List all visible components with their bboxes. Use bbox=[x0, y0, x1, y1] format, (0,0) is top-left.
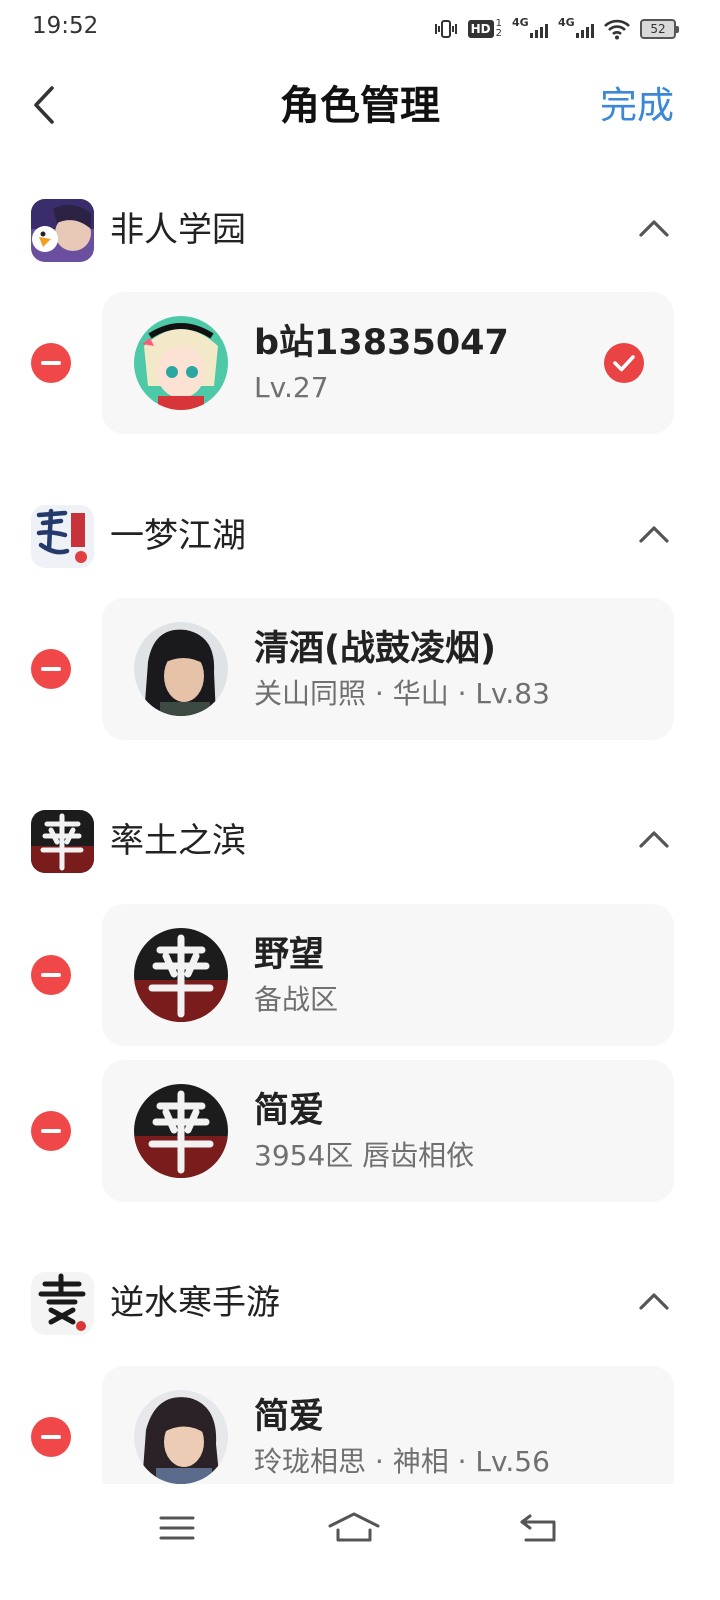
game-icon bbox=[31, 810, 94, 873]
role-card[interactable]: b站13835047 Lv.27 bbox=[102, 292, 674, 434]
avatar bbox=[134, 1084, 228, 1178]
chevron-up-icon[interactable] bbox=[638, 828, 670, 850]
header: 角色管理 完成 bbox=[0, 56, 720, 156]
role-info: 3954区 唇齿相依 bbox=[254, 1139, 475, 1172]
game-group-header[interactable]: 非人学园 bbox=[0, 195, 720, 265]
role-name: 简爱 bbox=[254, 1397, 325, 1437]
game-group-header[interactable]: 逆水寒手游 bbox=[0, 1268, 720, 1338]
signal-4g-icon: 4G bbox=[512, 16, 548, 40]
game-icon bbox=[31, 505, 94, 568]
game-name: 一梦江湖 bbox=[110, 516, 246, 556]
battery-icon: 52 bbox=[640, 19, 679, 39]
role-name: 清酒(战鼓凌烟) bbox=[254, 629, 496, 669]
remove-role-button[interactable] bbox=[31, 1111, 71, 1151]
avatar bbox=[134, 928, 228, 1022]
done-button[interactable]: 完成 bbox=[600, 80, 674, 132]
menu-icon[interactable] bbox=[152, 1508, 202, 1548]
chevron-up-icon[interactable] bbox=[638, 523, 670, 545]
hd-voice-icon: HD 12 bbox=[467, 18, 502, 40]
status-time: 19:52 bbox=[32, 13, 99, 39]
remove-role-button[interactable] bbox=[31, 343, 71, 383]
role-card[interactable]: 清酒(战鼓凌烟) 关山同照 · 华山 · Lv.83 bbox=[102, 598, 674, 740]
game-icon bbox=[31, 199, 94, 262]
role-name: 野望 bbox=[254, 935, 325, 975]
game-group-header[interactable]: 一梦江湖 bbox=[0, 501, 720, 571]
avatar bbox=[134, 622, 228, 716]
game-icon bbox=[31, 1272, 94, 1335]
role-row: 简爱 3954区 唇齿相依 bbox=[0, 1060, 720, 1202]
home-icon[interactable] bbox=[326, 1508, 382, 1548]
role-row: 野望 备战区 bbox=[0, 904, 720, 1046]
game-name: 非人学园 bbox=[110, 210, 246, 250]
status-icons: HD 12 4G 4G 52 bbox=[434, 16, 679, 42]
remove-role-button[interactable] bbox=[31, 955, 71, 995]
remove-role-button[interactable] bbox=[31, 1417, 71, 1457]
signal-4g-icon: 4G bbox=[558, 16, 594, 40]
role-info: 备战区 bbox=[254, 983, 339, 1016]
chevron-up-icon[interactable] bbox=[638, 217, 670, 239]
game-name: 率土之滨 bbox=[110, 821, 246, 861]
avatar bbox=[134, 1390, 228, 1484]
role-name: b站13835047 bbox=[254, 323, 509, 363]
system-nav-bar bbox=[0, 1484, 720, 1600]
game-name: 逆水寒手游 bbox=[110, 1283, 280, 1323]
chevron-up-icon[interactable] bbox=[638, 1290, 670, 1312]
role-info: 玲珑相思 · 神相 · Lv.56 bbox=[254, 1445, 550, 1478]
back-icon[interactable] bbox=[516, 1508, 566, 1548]
role-name: 简爱 bbox=[254, 1091, 325, 1131]
role-card[interactable]: 简爱 3954区 唇齿相依 bbox=[102, 1060, 674, 1202]
role-row: b站13835047 Lv.27 bbox=[0, 292, 720, 434]
check-icon[interactable] bbox=[604, 343, 644, 383]
game-group-header[interactable]: 率土之滨 bbox=[0, 806, 720, 876]
avatar bbox=[134, 316, 228, 410]
remove-role-button[interactable] bbox=[31, 649, 71, 689]
status-bar: 19:52 HD 12 4G 4G 52 bbox=[0, 0, 720, 56]
role-card[interactable]: 野望 备战区 bbox=[102, 904, 674, 1046]
role-row: 清酒(战鼓凌烟) 关山同照 · 华山 · Lv.83 bbox=[0, 598, 720, 740]
vibrate-icon bbox=[434, 18, 458, 40]
role-info: 关山同照 · 华山 · Lv.83 bbox=[254, 677, 550, 710]
role-info: Lv.27 bbox=[254, 371, 329, 404]
wifi-icon bbox=[604, 19, 630, 40]
